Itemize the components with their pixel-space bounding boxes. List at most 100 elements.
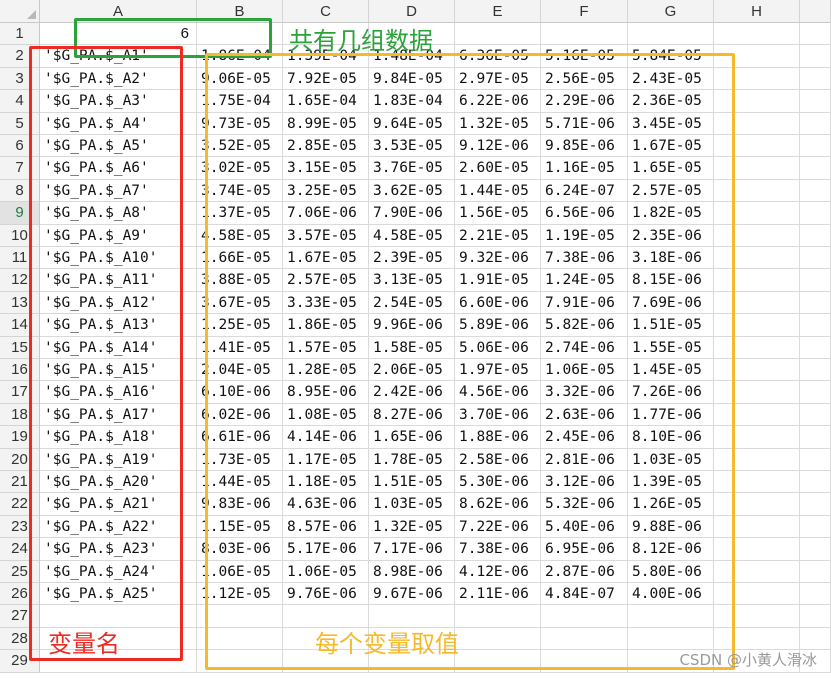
variable-value-cell[interactable]: 2.60E-05 — [455, 157, 541, 180]
variable-name-cell[interactable]: '$G_PA.$_A9' — [40, 224, 197, 247]
variable-value-cell[interactable]: 2.57E-05 — [628, 179, 714, 203]
variable-value-cell[interactable]: 9.84E-05 — [369, 67, 455, 91]
variable-value-cell[interactable]: 3.67E-05 — [197, 291, 283, 315]
variable-value-cell[interactable]: 1.37E-05 — [197, 202, 283, 225]
variable-value-cell[interactable]: 2.11E-06 — [455, 583, 541, 606]
cell-h28[interactable] — [714, 627, 800, 651]
cell-h9[interactable] — [714, 202, 800, 225]
cell-h1[interactable] — [714, 23, 800, 46]
select-all-corner[interactable] — [0, 0, 40, 23]
cell-h13[interactable] — [714, 291, 800, 315]
variable-name-cell[interactable]: '$G_PA.$_A15' — [40, 359, 197, 382]
variable-value-cell[interactable]: 7.38E-06 — [541, 247, 628, 270]
variable-value-cell[interactable]: 9.06E-05 — [197, 67, 283, 91]
row-header-16[interactable]: 16 — [0, 359, 40, 382]
variable-value-cell[interactable]: 9.83E-06 — [197, 493, 283, 516]
variable-value-cell[interactable]: 4.12E-06 — [455, 560, 541, 583]
variable-value-cell[interactable]: 2.35E-06 — [628, 224, 714, 247]
variable-value-cell[interactable]: 1.17E-05 — [283, 448, 369, 471]
variable-value-cell[interactable]: 9.85E-06 — [541, 135, 628, 158]
cell-e1[interactable] — [455, 23, 541, 46]
cell-h8[interactable] — [714, 179, 800, 203]
cell-e29[interactable] — [455, 650, 541, 673]
variable-value-cell[interactable]: 3.25E-05 — [283, 179, 369, 203]
row-header-8[interactable]: 8 — [0, 179, 40, 203]
variable-value-cell[interactable]: 7.38E-06 — [455, 538, 541, 561]
row-header-3[interactable]: 3 — [0, 67, 40, 91]
variable-value-cell[interactable]: 9.32E-06 — [455, 247, 541, 270]
variable-value-cell[interactable]: 4.14E-06 — [283, 426, 369, 449]
cell-h18[interactable] — [714, 403, 800, 427]
cell-h12[interactable] — [714, 269, 800, 292]
variable-name-cell[interactable]: '$G_PA.$_A17' — [40, 403, 197, 427]
variable-value-cell[interactable]: 8.27E-06 — [369, 403, 455, 427]
variable-name-cell[interactable]: '$G_PA.$_A1' — [40, 45, 197, 68]
cell-b27[interactable] — [197, 605, 283, 628]
variable-value-cell[interactable]: 1.08E-05 — [283, 403, 369, 427]
variable-value-cell[interactable]: 2.81E-06 — [541, 448, 628, 471]
variable-value-cell[interactable]: 1.41E-05 — [197, 336, 283, 359]
variable-value-cell[interactable]: 3.33E-05 — [283, 291, 369, 315]
variable-value-cell[interactable]: 3.32E-06 — [541, 381, 628, 404]
cell-g27[interactable] — [628, 605, 714, 628]
variable-value-cell[interactable]: 1.65E-04 — [283, 90, 369, 113]
variable-name-cell[interactable]: '$G_PA.$_A2' — [40, 67, 197, 91]
variable-value-cell[interactable]: 6.60E-06 — [455, 291, 541, 315]
variable-value-cell[interactable]: 3.53E-05 — [369, 135, 455, 158]
variable-value-cell[interactable]: 2.85E-05 — [283, 135, 369, 158]
variable-value-cell[interactable]: 1.97E-05 — [455, 359, 541, 382]
variable-value-cell[interactable]: 1.18E-05 — [283, 471, 369, 494]
row-header-14[interactable]: 14 — [0, 314, 40, 337]
cell-b1[interactable] — [197, 23, 283, 46]
variable-value-cell[interactable]: 1.25E-05 — [197, 314, 283, 337]
variable-value-cell[interactable]: 1.03E-05 — [369, 493, 455, 516]
row-header-27[interactable]: 27 — [0, 605, 40, 628]
variable-value-cell[interactable]: 4.63E-06 — [283, 493, 369, 516]
variable-value-cell[interactable]: 2.63E-06 — [541, 403, 628, 427]
variable-value-cell[interactable]: 4.56E-06 — [455, 381, 541, 404]
variable-value-cell[interactable]: 9.96E-06 — [369, 314, 455, 337]
variable-name-cell[interactable]: '$G_PA.$_A20' — [40, 471, 197, 494]
cell-h16[interactable] — [714, 359, 800, 382]
row-header-13[interactable]: 13 — [0, 291, 40, 315]
variable-value-cell[interactable]: 1.65E-06 — [369, 426, 455, 449]
cell-h5[interactable] — [714, 112, 800, 135]
variable-name-cell[interactable]: '$G_PA.$_A16' — [40, 381, 197, 404]
variable-value-cell[interactable]: 1.28E-05 — [283, 359, 369, 382]
variable-value-cell[interactable]: 2.56E-05 — [541, 67, 628, 91]
variable-value-cell[interactable]: 2.54E-05 — [369, 291, 455, 315]
variable-value-cell[interactable]: 3.57E-05 — [283, 224, 369, 247]
variable-value-cell[interactable]: 8.15E-06 — [628, 269, 714, 292]
variable-value-cell[interactable]: 2.39E-05 — [369, 247, 455, 270]
variable-value-cell[interactable]: 1.67E-05 — [628, 135, 714, 158]
variable-value-cell[interactable]: 5.30E-06 — [455, 471, 541, 494]
variable-value-cell[interactable]: 7.92E-05 — [283, 67, 369, 91]
variable-value-cell[interactable]: 2.06E-05 — [369, 359, 455, 382]
variable-value-cell[interactable]: 1.03E-05 — [628, 448, 714, 471]
variable-value-cell[interactable]: 1.57E-05 — [283, 336, 369, 359]
cell-h10[interactable] — [714, 224, 800, 247]
cell-e28[interactable] — [455, 627, 541, 651]
variable-value-cell[interactable]: 7.17E-06 — [369, 538, 455, 561]
variable-name-cell[interactable]: '$G_PA.$_A22' — [40, 515, 197, 539]
variable-name-cell[interactable]: '$G_PA.$_A24' — [40, 560, 197, 583]
row-header-21[interactable]: 21 — [0, 471, 40, 494]
variable-name-cell[interactable]: '$G_PA.$_A14' — [40, 336, 197, 359]
variable-value-cell[interactable]: 5.06E-06 — [455, 336, 541, 359]
row-header-1[interactable]: 1 — [0, 23, 40, 46]
row-header-9[interactable]: 9 — [0, 202, 40, 225]
variable-value-cell[interactable]: 2.42E-06 — [369, 381, 455, 404]
variable-value-cell[interactable]: 3.74E-05 — [197, 179, 283, 203]
row-header-29[interactable]: 29 — [0, 650, 40, 673]
variable-name-cell[interactable]: '$G_PA.$_A3' — [40, 90, 197, 113]
row-header-11[interactable]: 11 — [0, 247, 40, 270]
variable-value-cell[interactable]: 3.76E-05 — [369, 157, 455, 180]
cell-h14[interactable] — [714, 314, 800, 337]
variable-value-cell[interactable]: 7.22E-06 — [455, 515, 541, 539]
variable-value-cell[interactable]: 3.45E-05 — [628, 112, 714, 135]
variable-value-cell[interactable]: 1.26E-05 — [628, 493, 714, 516]
row-header-12[interactable]: 12 — [0, 269, 40, 292]
variable-value-cell[interactable]: 3.12E-06 — [541, 471, 628, 494]
variable-value-cell[interactable]: 5.17E-06 — [283, 538, 369, 561]
variable-value-cell[interactable]: 2.45E-06 — [541, 426, 628, 449]
